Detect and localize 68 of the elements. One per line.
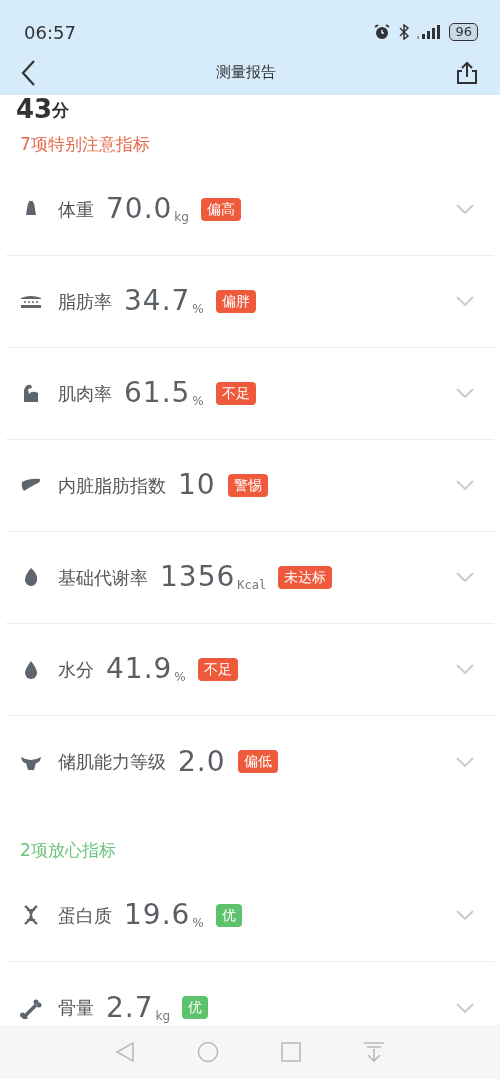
metric-name: 体重 [58, 197, 94, 222]
metric-row[interactable]: 脂肪率 34.7% 偏胖 [6, 255, 494, 348]
metric-name: 脂肪率 [58, 289, 112, 314]
status-tag: 警惕 [227, 473, 268, 497]
metric-value: 2.7 [106, 989, 154, 1025]
metric-value: 34.7 [124, 283, 191, 320]
chevron-down-icon[interactable] [456, 480, 474, 491]
chevron-down-icon[interactable] [456, 910, 474, 921]
chevron-down-icon[interactable] [456, 756, 474, 767]
metric-row[interactable]: 基础代谢率 1356 Kcal 未达标 [6, 531, 494, 624]
metric-unit: % [174, 669, 186, 687]
signal-icon [417, 24, 442, 40]
metric-row[interactable]: 内脏脂肪指数 10 警惕 [6, 439, 494, 532]
chevron-down-icon[interactable] [456, 1002, 474, 1013]
chevron-down-icon[interactable] [456, 664, 474, 675]
metric-row[interactable]: 肌肉率 61.5% 不足 [6, 347, 494, 440]
back-nav-icon[interactable] [115, 1041, 135, 1063]
metric-name: 内脏脂肪指数 [58, 473, 166, 498]
metric-value: 1356 [160, 559, 236, 596]
battery-indicator: 96 [449, 23, 478, 41]
metric-unit: % [192, 393, 204, 411]
hide-nav-icon[interactable] [363, 1041, 385, 1063]
metric-value: 70.0 [106, 191, 173, 228]
metric-unit: kg [174, 209, 189, 227]
recents-nav-icon[interactable] [281, 1042, 301, 1062]
score-unit: 分 [52, 100, 70, 123]
metric-row[interactable]: 储肌能力等级 2.0 偏低 [6, 715, 494, 808]
metric-name: 水分 [58, 657, 94, 682]
metric-name: 肌肉率 [58, 381, 112, 406]
metric-unit: % [192, 915, 204, 933]
chevron-down-icon[interactable] [456, 388, 474, 399]
metric-value: 61.5 [124, 375, 191, 412]
metric-value: 19.6 [124, 897, 191, 934]
metric-name: 蛋白质 [58, 903, 112, 928]
status-tag: 不足 [215, 381, 256, 405]
metric-row[interactable]: 水分 41.9% 不足 [6, 623, 494, 716]
status-tag: 偏胖 [215, 289, 256, 313]
metric-value: 41.9 [106, 651, 173, 688]
metric-unit: Kcal [237, 577, 267, 595]
chevron-down-icon[interactable] [456, 572, 474, 583]
status-time: 06:57 [24, 20, 76, 45]
metric-name: 基础代谢率 [58, 565, 148, 590]
chevron-down-icon[interactable] [456, 296, 474, 307]
section-title: 2项放心指标 [19, 838, 117, 862]
share-icon[interactable] [456, 60, 478, 85]
back-icon[interactable] [20, 58, 36, 87]
metric-row[interactable]: 蛋白质 19.6% 优 [6, 869, 494, 962]
metric-unit: % [192, 301, 204, 319]
section-title: 7项特别注意指标 [19, 132, 151, 156]
score-value: 43 [16, 95, 53, 124]
status-tag: 未达标 [278, 565, 333, 589]
metric-name: 骨量 [58, 996, 94, 1021]
home-nav-icon[interactable] [197, 1041, 219, 1063]
bluetooth-icon [399, 24, 410, 40]
status-tag: 优 [182, 996, 209, 1020]
status-tag: 不足 [197, 657, 238, 681]
status-tag: 偏高 [200, 197, 241, 221]
status-tag: 偏低 [237, 750, 278, 774]
page-title: 测量报告 [216, 62, 276, 84]
alarm-icon [373, 23, 392, 41]
chevron-down-icon[interactable] [456, 204, 474, 215]
metric-value: 10 [178, 467, 216, 504]
metric-name: 储肌能力等级 [58, 750, 166, 775]
metric-unit: kg [155, 1007, 171, 1025]
metric-row[interactable]: 骨量 2.7 kg 优 [6, 961, 494, 1025]
status-tag: 优 [215, 903, 242, 927]
metric-value: 2.0 [178, 743, 226, 780]
metric-row[interactable]: 体重 70.0 kg 偏高 [6, 163, 494, 256]
